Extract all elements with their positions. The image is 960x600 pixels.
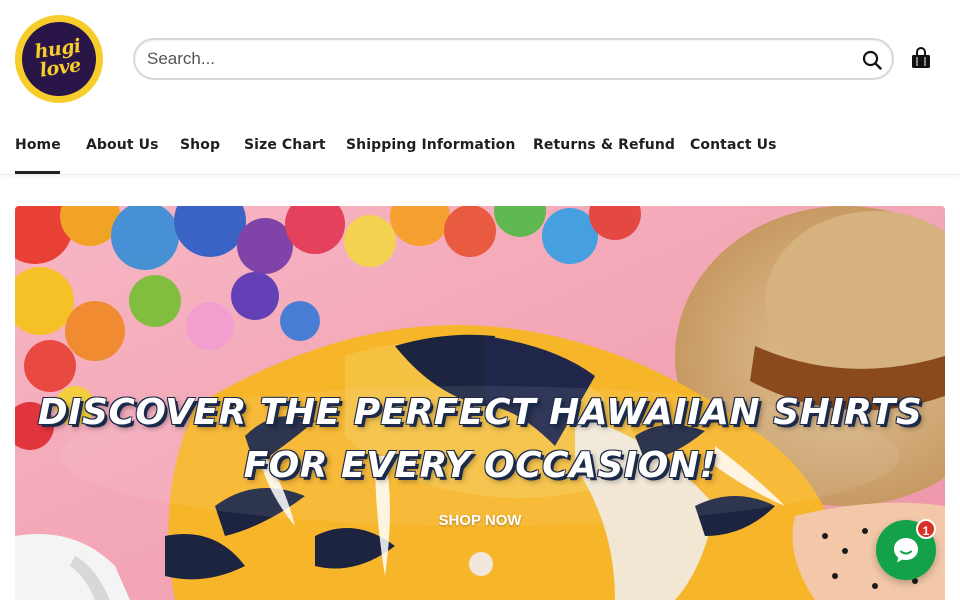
hero-title-line2: FOR EVERY OCCASION! bbox=[243, 445, 717, 486]
shop-now-button[interactable]: SHOP NOW bbox=[420, 508, 540, 534]
cart-button[interactable] bbox=[909, 46, 935, 72]
search-bar bbox=[133, 38, 894, 80]
chat-bubble-icon bbox=[894, 538, 918, 563]
site-header: hugi love bbox=[0, 0, 960, 120]
main-nav: Home About Us Shop Size Chart Shipping I… bbox=[0, 120, 960, 175]
nav-item-home[interactable]: Home bbox=[15, 137, 61, 153]
nav-item-contact-us[interactable]: Contact Us bbox=[690, 137, 777, 153]
search-icon bbox=[862, 50, 882, 70]
nav-item-returns-refund[interactable]: Returns & Refund bbox=[533, 137, 675, 153]
hero-banner: DISCOVER THE PERFECT HAWAIIAN SHIRTS FOR… bbox=[15, 206, 945, 600]
bag-icon bbox=[912, 47, 930, 68]
logo-badge: hugi love bbox=[17, 17, 101, 101]
nav-item-shipping-information[interactable]: Shipping Information bbox=[346, 137, 515, 153]
hero-title: DISCOVER THE PERFECT HAWAIIAN SHIRTS FOR… bbox=[15, 386, 945, 492]
search-input[interactable] bbox=[147, 46, 847, 72]
search-button[interactable] bbox=[858, 46, 886, 74]
nav-item-about-us[interactable]: About Us bbox=[86, 137, 159, 153]
chat-notification-badge: 1 bbox=[916, 519, 936, 539]
hero-title-line1: DISCOVER THE PERFECT HAWAIIAN SHIRTS bbox=[37, 392, 923, 433]
nav-item-shop[interactable]: Shop bbox=[180, 137, 220, 153]
nav-item-size-chart[interactable]: Size Chart bbox=[244, 137, 326, 153]
logo-text-line2: love bbox=[38, 54, 83, 82]
site-logo[interactable]: hugi love bbox=[15, 15, 103, 103]
active-nav-indicator bbox=[15, 171, 60, 174]
